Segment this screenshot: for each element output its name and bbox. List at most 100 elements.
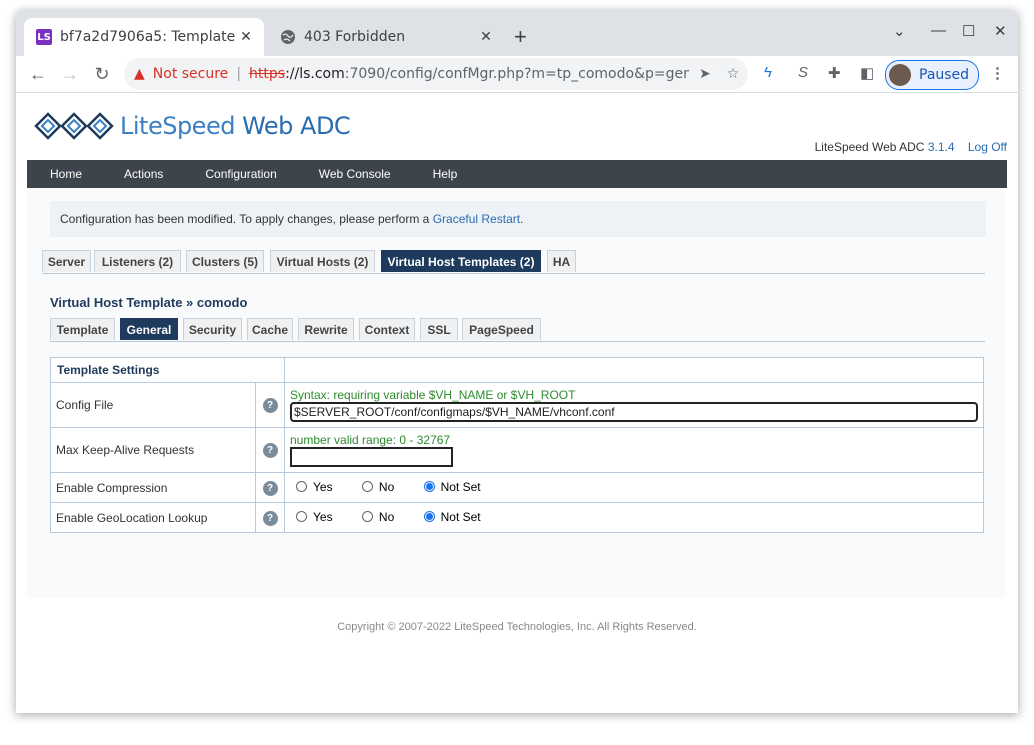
page-title: Virtual Host Template » comodo	[50, 295, 248, 310]
help-icon[interactable]: ?	[262, 510, 278, 526]
config-file-cell: Syntax: requiring variable $VH_NAME or $…	[284, 382, 984, 428]
nav-help[interactable]: Help	[433, 167, 458, 181]
config-file-input[interactable]	[290, 402, 978, 422]
bookmark-star-icon[interactable]: ☆	[727, 66, 740, 82]
address-bar[interactable]: ▲ Not secure | https://ls.com:7090/confi…	[124, 58, 748, 90]
geolocation-options: Yes No Not Set	[284, 502, 984, 533]
config-file-label: Config File	[49, 382, 257, 428]
back-button[interactable]: Back	[948, 363, 977, 377]
close-tab-icon[interactable]: ✕	[476, 29, 496, 45]
subtab-rewrite[interactable]: Rewrite	[298, 318, 354, 340]
version-link[interactable]: 3.1.4	[928, 140, 955, 154]
reload-icon[interactable]: ↻	[90, 62, 114, 86]
page-content: LiteSpeed Web ADC LiteSpeed Web ADC 3.1.…	[16, 93, 1018, 713]
main-nav: Home Actions Configuration Web Console H…	[27, 160, 1007, 188]
menu-kebab-icon[interactable]: ⋮	[990, 64, 1005, 82]
main-tab-bar: Server Listeners (2) Clusters (5) Virtua…	[42, 250, 985, 274]
subtab-general[interactable]: General	[120, 318, 178, 340]
row-geolocation: Enable GeoLocation Lookup ? Yes No Not S…	[49, 502, 984, 533]
version-info: LiteSpeed Web ADC 3.1.4 Log Off	[815, 140, 1007, 154]
subtab-context[interactable]: Context	[359, 318, 415, 340]
compression-yes-radio[interactable]: Yes	[296, 480, 333, 494]
tab-title: bf7a2d7906a5: Template Comodo	[60, 29, 236, 45]
subtab-template[interactable]: Template	[50, 318, 115, 340]
subtab-cache[interactable]: Cache	[247, 318, 293, 340]
help-icon[interactable]: ?	[262, 398, 278, 413]
avatar	[889, 64, 911, 86]
browser-window: LS bf7a2d7906a5: Template Comodo ✕ 403 F…	[16, 10, 1018, 713]
close-tab-icon[interactable]: ✕	[236, 29, 256, 45]
minimize-icon[interactable]: —	[931, 22, 946, 39]
tab-virtual-hosts[interactable]: Virtual Hosts (2)	[270, 250, 375, 272]
extension-bolt-icon[interactable]: ϟ	[764, 64, 772, 81]
new-tab-button[interactable]: +	[514, 24, 527, 50]
tab-active[interactable]: LS bf7a2d7906a5: Template Comodo ✕	[24, 18, 264, 56]
keepalive-cell: number valid range: 0 - 32767	[284, 427, 984, 473]
settings-title: Template Settings	[50, 357, 285, 383]
tab-ha[interactable]: HA	[547, 250, 576, 272]
omnibox-separator: |	[236, 66, 242, 82]
url-text[interactable]: https://ls.com:7090/config/confMgr.php?m…	[249, 66, 689, 82]
litespeed-favicon-icon: LS	[36, 29, 52, 45]
help-icon[interactable]: ?	[262, 480, 278, 496]
config-file-hint: Syntax: requiring variable $VH_NAME or $…	[290, 388, 576, 402]
side-panel-icon[interactable]: ◧	[860, 64, 874, 82]
help-cell: ?	[255, 427, 285, 473]
profile-button[interactable]: Paused	[885, 60, 979, 90]
nav-home[interactable]: Home	[50, 167, 82, 181]
subtab-security[interactable]: Security	[183, 318, 242, 340]
compression-notset-radio[interactable]: Not Set	[423, 480, 481, 494]
notice-suffix: .	[520, 212, 524, 226]
url-host: ://ls.com	[285, 66, 345, 82]
nav-web-console[interactable]: Web Console	[319, 167, 391, 181]
tab-listeners[interactable]: Listeners (2)	[94, 250, 181, 272]
maximize-icon[interactable]: ☐	[962, 22, 975, 40]
subtab-pagespeed[interactable]: PageSpeed	[462, 318, 541, 340]
graceful-restart-link[interactable]: Graceful Restart	[433, 212, 520, 226]
close-window-icon[interactable]: ✕	[994, 22, 1007, 40]
product-name: LiteSpeed Web ADC	[814, 140, 925, 154]
save-button[interactable]: Save	[903, 363, 931, 377]
settings-header: Template Settings Save Back	[50, 357, 984, 383]
logo-text: LiteSpeed Web ADC	[120, 112, 351, 140]
compression-label: Enable Compression	[49, 472, 257, 503]
settings-actions: Save Back	[284, 357, 984, 383]
warning-icon: ▲	[134, 66, 145, 82]
forward-icon[interactable]: →	[58, 62, 82, 86]
compression-no-radio[interactable]: No	[361, 480, 394, 494]
tab-search-icon[interactable]: ⌄	[893, 22, 906, 40]
keepalive-input[interactable]	[290, 447, 453, 467]
tab-clusters[interactable]: Clusters (5)	[186, 250, 264, 272]
tab-server[interactable]: Server	[42, 250, 91, 272]
back-icon[interactable]: ←	[26, 62, 50, 86]
row-compression: Enable Compression ? Yes No Not Set	[49, 472, 984, 503]
tab-virtual-host-templates[interactable]: Virtual Host Templates (2)	[381, 250, 541, 272]
browser-toolbar: ← → ↻ ▲ Not secure | https://ls.com:7090…	[16, 56, 1018, 93]
subtab-ssl[interactable]: SSL	[420, 318, 458, 340]
litespeed-logo-icon	[34, 112, 114, 140]
help-icon[interactable]: ?	[262, 443, 278, 458]
compression-options: Yes No Not Set	[284, 472, 984, 503]
logoff-link[interactable]: Log Off	[968, 140, 1007, 154]
keepalive-hint: number valid range: 0 - 32767	[290, 433, 451, 447]
help-cell: ?	[255, 502, 285, 533]
geolocation-notset-radio[interactable]: Not Set	[423, 510, 481, 524]
copyright: Copyright © 2007-2022 LiteSpeed Technolo…	[337, 621, 697, 633]
app-logo[interactable]: LiteSpeed Web ADC	[34, 111, 351, 141]
tab-title: 403 Forbidden	[304, 29, 406, 45]
geolocation-yes-radio[interactable]: Yes	[296, 510, 333, 524]
profile-label: Paused	[919, 67, 970, 83]
nav-configuration[interactable]: Configuration	[205, 167, 276, 181]
tab-inactive[interactable]: 403 Forbidden ✕	[268, 18, 504, 56]
row-keepalive: Max Keep-Alive Requests ? number valid r…	[49, 427, 984, 473]
nav-actions[interactable]: Actions	[124, 167, 163, 181]
not-secure-label: Not secure	[152, 66, 229, 82]
row-config-file: Config File ? Syntax: requiring variable…	[49, 382, 984, 428]
extensions-puzzle-icon[interactable]: ✚	[828, 64, 841, 82]
keepalive-label: Max Keep-Alive Requests	[49, 427, 257, 473]
template-settings-table: Template Settings Save Back Config File …	[49, 357, 984, 533]
geolocation-no-radio[interactable]: No	[361, 510, 394, 524]
url-scheme: https	[249, 66, 286, 82]
send-icon[interactable]: ➤	[699, 66, 711, 82]
extension-s-icon[interactable]: S	[798, 64, 808, 81]
